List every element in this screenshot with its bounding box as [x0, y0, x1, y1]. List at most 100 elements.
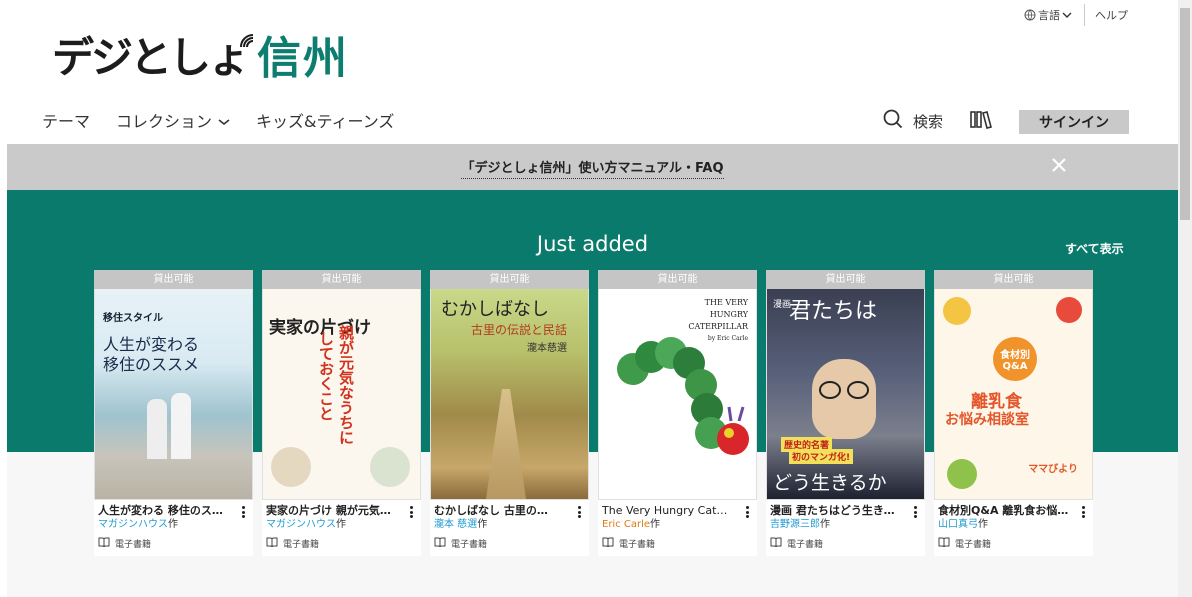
scrollbar-thumb[interactable] [1180, 8, 1190, 220]
cover-text: お悩み相談室 [945, 412, 1029, 428]
format-text: 電子書籍 [115, 540, 152, 550]
cover-illustration [943, 297, 971, 325]
cover-face [812, 359, 876, 439]
logo-text-accent: 信州 [257, 33, 350, 84]
cover-text: 食材別 [1000, 350, 1030, 361]
search-label: 検索 [913, 112, 944, 131]
cover-illustration [947, 459, 977, 489]
author-suffix: 作 [336, 519, 346, 530]
signin-button[interactable]: サインイン [1019, 110, 1129, 134]
format-text: 電子書籍 [619, 540, 656, 550]
book-cover[interactable]: 実家の片づけ 親が元気なうちに しておくこと [262, 289, 421, 500]
search-icon [883, 109, 903, 133]
banner-link[interactable]: 「デジとしょ信州」使い方マニュアル・FAQ [461, 157, 724, 179]
availability-badge: 貸出可能 [598, 270, 757, 289]
book-cover[interactable]: むかしばなし 古里の伝説と民話 瀧本慈選 [430, 289, 589, 500]
book-title[interactable]: 実家の片づけ 親が元気な… [266, 503, 398, 518]
site-logo[interactable]: デジとしょ 信州 [52, 22, 349, 86]
globe-icon [1024, 9, 1036, 21]
more-options-icon[interactable] [909, 504, 921, 520]
format-label: 電子書籍 [602, 537, 753, 550]
nav-item-collection[interactable]: コレクション [116, 108, 230, 132]
book-meta: 実家の片づけ 親が元気な… マガジンハウス作 電子書籍 [262, 500, 421, 550]
book-author: 吉野源三郎作 [770, 518, 921, 531]
bookshelf-icon[interactable] [969, 109, 993, 133]
nav-label: コレクション [116, 112, 213, 131]
book-card[interactable]: 貸出可能 移住スタイル 人生が変わる 移住のススメ 人生が変わる 移住のススメ … [94, 270, 253, 556]
signal-icon [239, 33, 255, 53]
book-icon [434, 537, 446, 550]
book-meta: 人生が変わる 移住のススメ マガジンハウス作 電子書籍 [94, 500, 253, 550]
author-suffix: 作 [650, 519, 661, 530]
book-cover[interactable]: 食材別 Q&A 離乳食 お悩み相談室 ママびより [934, 289, 1093, 500]
format-label: 電子書籍 [938, 537, 1089, 550]
cover-figure [171, 393, 191, 459]
announcement-banner: 「デジとしょ信州」使い方マニュアル・FAQ [7, 144, 1178, 190]
book-card[interactable]: 貸出可能 実家の片づけ 親が元気なうちに しておくこと 実家の片づけ 親が元気な… [262, 270, 421, 556]
cover-text: ママびより [1028, 464, 1078, 475]
format-text: 電子書籍 [451, 540, 488, 550]
search-button[interactable]: 検索 [883, 109, 943, 133]
author-link[interactable]: 山口真弓 [938, 519, 978, 530]
format-text: 電子書籍 [787, 540, 824, 550]
book-title[interactable]: 漫画 君たちはどう生きる… [770, 503, 902, 518]
availability-badge: 貸出可能 [262, 270, 421, 289]
book-card[interactable]: 貸出可能 食材別 Q&A 離乳食 お悩み相談室 ママびより 食材別Q&A 離乳食… [934, 270, 1093, 556]
cover-text: HUNGRY [709, 310, 748, 319]
book-cover[interactable]: THE VERY HUNGRY CATERPILLAR by Eric Carl… [598, 289, 757, 500]
book-title[interactable]: むかしばなし 古里の… [434, 503, 566, 518]
cover-text: 瀧本慈選 [527, 343, 567, 354]
book-author: Eric Carle作 [602, 518, 753, 531]
author-link[interactable]: 吉野源三郎 [770, 519, 820, 530]
format-label: 電子書籍 [98, 537, 249, 550]
cover-text: 移住のススメ [103, 355, 200, 374]
book-cover[interactable]: 移住スタイル 人生が変わる 移住のススメ [94, 289, 253, 500]
format-text: 電子書籍 [283, 540, 320, 550]
book-cover[interactable]: 漫画 君たちは 歴史的名著 初のマンガ化! どう生きるか [766, 289, 925, 500]
page-scrollbar[interactable] [1178, 0, 1192, 597]
cover-text: しておくこと [317, 331, 335, 421]
book-icon [98, 537, 110, 550]
book-meta: むかしばなし 古里の… 瀧本 慈選作 電子書籍 [430, 500, 589, 550]
utility-bar: 言語 ヘルプ [1024, 4, 1128, 26]
more-options-icon[interactable] [237, 504, 249, 520]
chevron-down-icon [218, 111, 230, 130]
see-all-link[interactable]: すべて表示 [1065, 240, 1124, 257]
author-link[interactable]: マガジンハウス [98, 519, 168, 530]
cover-text: 親が元気なうちに [337, 325, 355, 445]
format-text: 電子書籍 [955, 540, 992, 550]
book-author: 山口真弓作 [938, 518, 1089, 531]
book-title[interactable]: 食材別Q&A 離乳食お悩み… [938, 503, 1070, 518]
cover-figure [147, 399, 167, 459]
language-selector[interactable]: 言語 [1024, 7, 1084, 23]
author-link[interactable]: 瀧本 慈選 [434, 519, 477, 530]
help-link[interactable]: ヘルプ [1095, 7, 1128, 23]
cover-text: 君たちは [789, 299, 878, 324]
more-options-icon[interactable] [1077, 504, 1089, 520]
more-options-icon[interactable] [405, 504, 417, 520]
book-title[interactable]: The Very Hungry Cate… [602, 503, 734, 518]
author-link[interactable]: マガジンハウス [266, 519, 336, 530]
availability-badge: 貸出可能 [766, 270, 925, 289]
nav-item-theme[interactable]: テーマ [42, 108, 90, 132]
cover-text: むかしばなし [441, 299, 549, 320]
book-author: マガジンハウス作 [266, 518, 417, 531]
book-card[interactable]: 貸出可能 THE VERY HUNGRY CATERPILLAR by Eric… [598, 270, 757, 556]
cover-badge: 食材別 Q&A [993, 337, 1037, 381]
close-icon[interactable] [1050, 156, 1068, 178]
cover-glasses [819, 381, 841, 399]
chevron-down-icon [1062, 11, 1072, 19]
book-title[interactable]: 人生が変わる 移住のススメ [98, 503, 230, 518]
cover-text: 初のマンガ化! [789, 449, 854, 464]
author-link[interactable]: Eric Carle [602, 519, 650, 530]
book-card[interactable]: 貸出可能 漫画 君たちは 歴史的名著 初のマンガ化! どう生きるか 漫画 君たち… [766, 270, 925, 556]
availability-badge: 貸出可能 [430, 270, 589, 289]
more-options-icon[interactable] [741, 504, 753, 520]
nav-item-kids-teens[interactable]: キッズ&ティーンズ [256, 108, 394, 132]
more-options-icon[interactable] [573, 504, 585, 520]
section-title: Just added [536, 232, 649, 256]
cover-glasses [847, 381, 869, 399]
book-card[interactable]: 貸出可能 むかしばなし 古里の伝説と民話 瀧本慈選 むかしばなし 古里の… 瀧本… [430, 270, 589, 556]
cover-road [486, 389, 526, 499]
availability-badge: 貸出可能 [94, 270, 253, 289]
